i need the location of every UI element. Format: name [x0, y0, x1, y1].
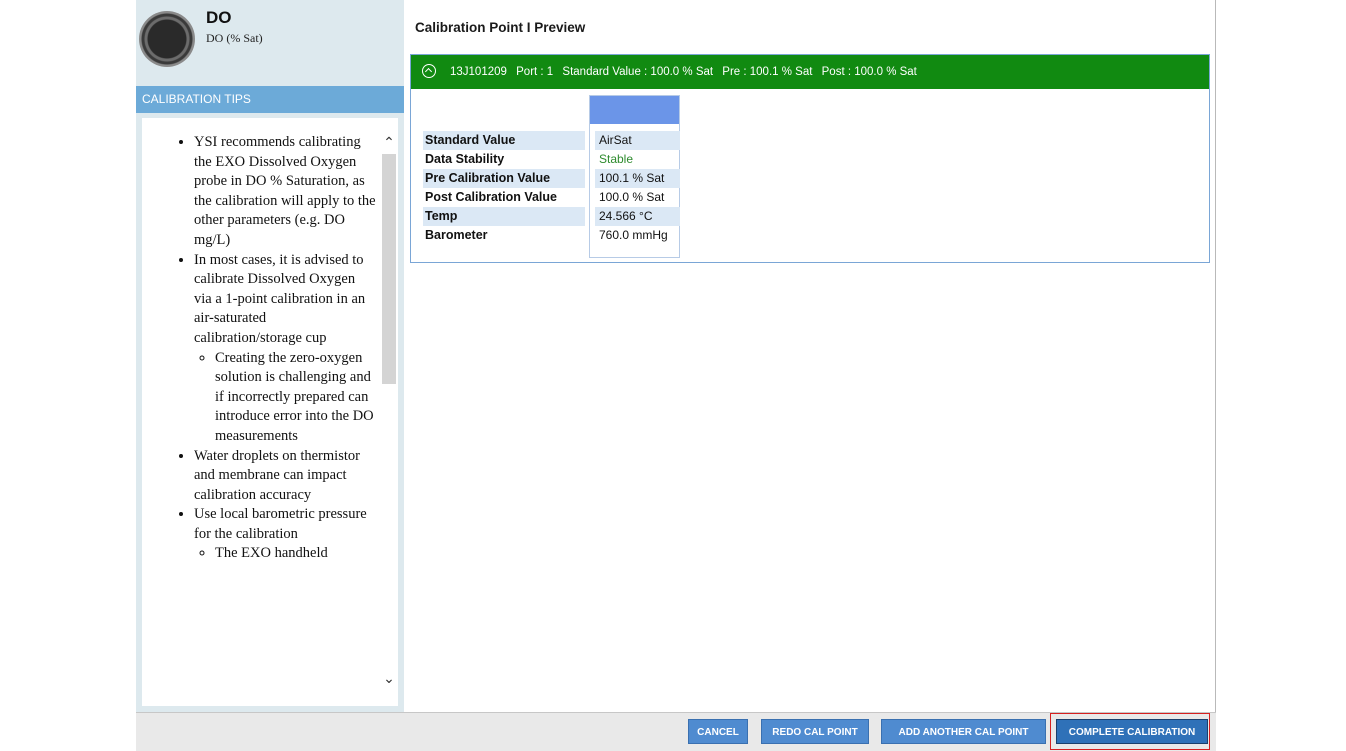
probe-serial: 13J101209	[450, 66, 507, 78]
footer-action-bar: CANCEL REDO CAL POINT ADD ANOTHER CAL PO…	[136, 712, 1216, 751]
tip-subitem: Creating the zero-oxygen solution is cha…	[215, 349, 376, 447]
pre-summary: Pre : 100.1 % Sat	[722, 66, 813, 78]
main-content: Calibration Point I Preview 13J101209 Po…	[404, 0, 1216, 712]
probe-subtitle: DO (% Sat)	[206, 31, 263, 45]
calibration-point-header[interactable]: 13J101209 Port : 1 Standard Value : 100.…	[411, 55, 1209, 89]
scroll-up-arrow-icon[interactable]: ⌃	[380, 132, 398, 152]
complete-calibration-button[interactable]: COMPLETE CALIBRATION	[1056, 719, 1208, 744]
standard-summary: Standard Value : 100.0 % Sat	[562, 66, 714, 78]
param-value: AirSat	[595, 131, 680, 150]
param-label: Post Calibration Value	[425, 190, 557, 204]
calibration-point-panel: 13J101209 Port : 1 Standard Value : 100.…	[410, 54, 1210, 263]
tip-item: In most cases, it is advised to calibrat…	[194, 251, 376, 447]
value-column-header	[590, 96, 679, 124]
cancel-button[interactable]: CANCEL	[688, 719, 748, 744]
calibration-summary: 13J101209 Port : 1 Standard Value : 100.…	[450, 55, 923, 89]
tip-item-text: In most cases, it is advised to calibrat…	[194, 251, 366, 346]
param-value: 100.0 % Sat	[599, 190, 665, 204]
probe-title: DO	[206, 8, 232, 27]
collapse-chevron-icon[interactable]	[422, 64, 436, 78]
redo-cal-point-button[interactable]: REDO CAL POINT	[761, 719, 869, 744]
param-label: Temp	[423, 207, 585, 226]
add-another-cal-point-button[interactable]: ADD ANOTHER CAL POINT	[881, 719, 1046, 744]
tips-scrollbar[interactable]: ⌃ ⌄	[380, 118, 398, 706]
param-label: Standard Value	[423, 131, 585, 150]
calibration-tips-header: CALIBRATION TIPS	[136, 86, 404, 113]
post-summary: Post : 100.0 % Sat	[821, 66, 917, 78]
scroll-thumb[interactable]	[382, 154, 396, 384]
tip-item: Water droplets on thermistor and membran…	[194, 447, 376, 506]
sidebar: DO DO (% Sat) CALIBRATION TIPS YSI recom…	[136, 0, 404, 712]
tip-subitem: The EXO handheld	[215, 544, 376, 564]
param-label: Data Stability	[425, 152, 505, 166]
probe-sensor-icon	[139, 11, 195, 67]
tip-item-text: Use local barometric pressure for the ca…	[194, 506, 367, 542]
calibration-window: DO DO (% Sat) CALIBRATION TIPS YSI recom…	[136, 0, 1216, 751]
probe-header: DO DO (% Sat)	[136, 0, 404, 84]
param-value: 24.566 °C	[595, 207, 680, 226]
scroll-down-arrow-icon[interactable]: ⌄	[380, 668, 398, 688]
page-title: Calibration Point I Preview	[415, 20, 586, 35]
param-value: 760.0 mmHg	[599, 228, 668, 242]
tip-item: Use local barometric pressure for the ca…	[194, 505, 376, 564]
param-value: 100.1 % Sat	[595, 169, 680, 188]
calibration-tips-content: YSI recommends calibrating the EXO Disso…	[142, 118, 378, 706]
calibration-tips-panel: YSI recommends calibrating the EXO Disso…	[142, 118, 398, 706]
param-value: Stable	[599, 152, 634, 166]
tip-item: YSI recommends calibrating the EXO Disso…	[194, 133, 376, 251]
param-label: Barometer	[425, 228, 488, 242]
probe-port: Port : 1	[516, 66, 554, 78]
param-label: Pre Calibration Value	[423, 169, 585, 188]
